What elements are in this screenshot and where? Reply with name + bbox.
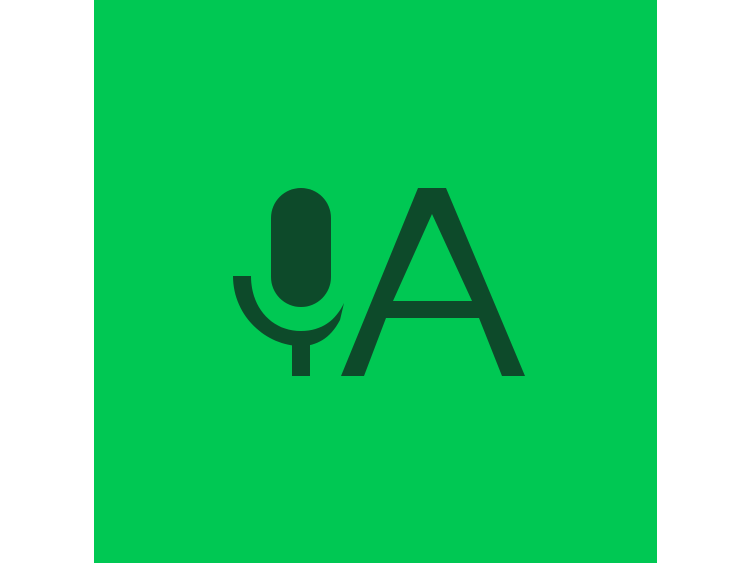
app-icon <box>94 0 657 563</box>
microphone-stand <box>292 338 310 376</box>
microphone-icon <box>233 188 344 376</box>
app-icon-artwork <box>233 188 525 376</box>
letter-a-glyph <box>341 188 525 376</box>
microphone-capsule <box>271 188 331 307</box>
screen <box>0 0 751 563</box>
